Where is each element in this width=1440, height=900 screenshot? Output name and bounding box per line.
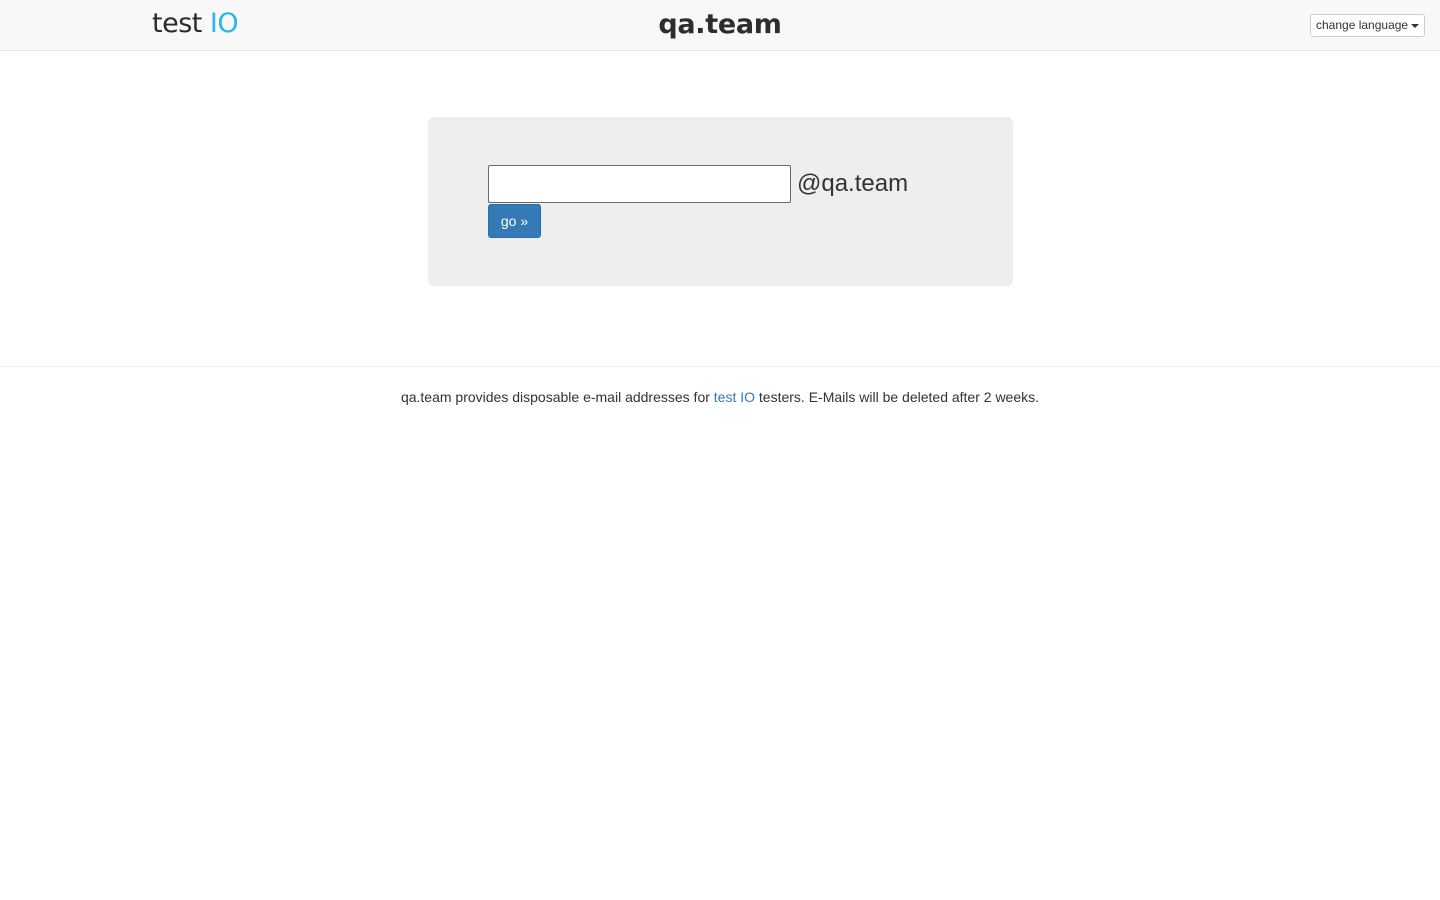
mailbox-form-panel: @qa.team go »	[428, 117, 1013, 286]
footer-divider	[0, 366, 1440, 367]
caret-down-icon	[1411, 23, 1420, 28]
footer-text-before: qa.team provides disposable e-mail addre…	[400, 389, 710, 405]
footer-text: qa.team provides disposable e-mail addre…	[0, 388, 1440, 406]
change-language-label: change language	[1316, 18, 1409, 32]
mailbox-name-input[interactable]	[488, 165, 791, 203]
page-title: qa.team	[658, 9, 782, 40]
domain-suffix: @qa.team	[797, 170, 909, 197]
go-button[interactable]: go »	[488, 204, 541, 238]
change-language-button[interactable]: change language	[1310, 14, 1425, 37]
top-navbar: test IO qa.team change language	[0, 0, 1440, 51]
footer-text-after: testers. E-Mails will be deleted after 2…	[758, 389, 1040, 405]
footer-testio-link[interactable]: test IO	[714, 389, 755, 405]
